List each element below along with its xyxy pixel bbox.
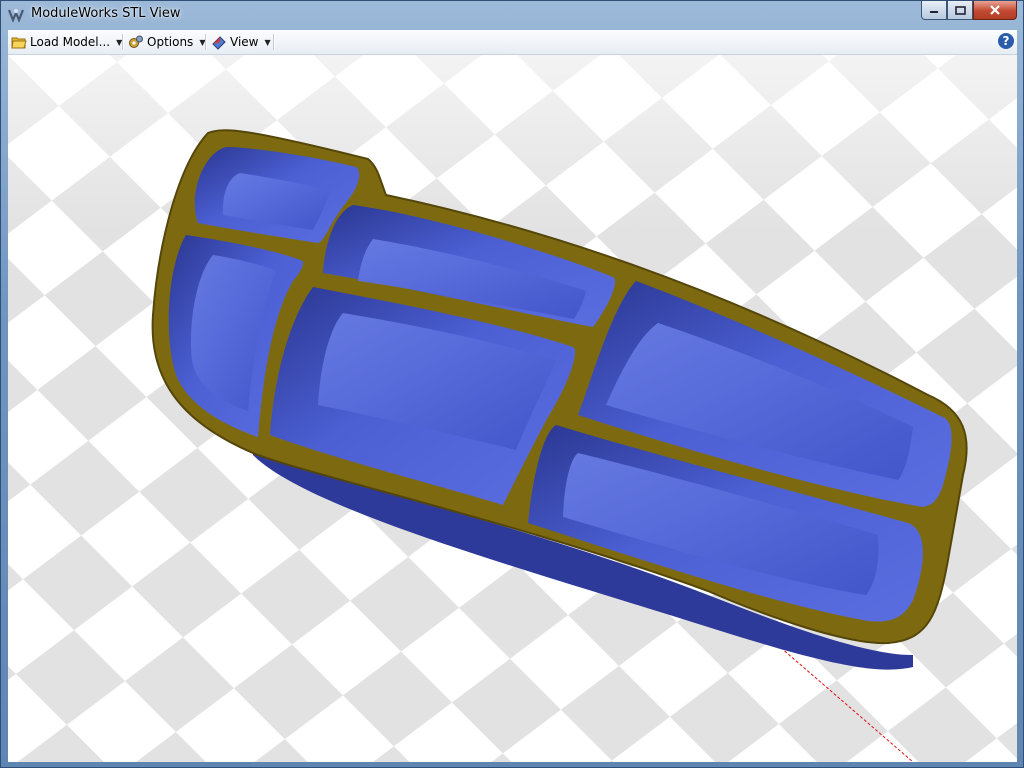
view-button[interactable]: View ▼	[211, 32, 271, 52]
load-model-button[interactable]: Load Model... ▼	[11, 32, 122, 52]
app-window: ModuleWorks STL View Load Model... ▼ Opt…	[0, 0, 1024, 768]
window-title: ModuleWorks STL View	[31, 6, 181, 21]
scene-canvas	[8, 55, 1017, 762]
minimize-icon	[930, 11, 938, 13]
toolbar-separator	[205, 34, 207, 50]
maximize-button[interactable]	[947, 1, 973, 20]
chevron-down-icon: ▼	[264, 37, 271, 47]
options-button[interactable]: Options ▼	[128, 32, 205, 52]
load-model-label: Load Model...	[30, 35, 111, 49]
close-icon	[990, 5, 1000, 15]
toolbar-separator	[273, 34, 275, 50]
close-button[interactable]	[973, 1, 1017, 20]
folder-open-icon	[11, 37, 27, 49]
camera-view-icon	[212, 36, 226, 50]
toolbar-separator	[122, 34, 124, 50]
view-label: View	[230, 35, 259, 49]
title-bar[interactable]: ModuleWorks STL View	[1, 1, 1023, 29]
3d-viewport[interactable]	[8, 55, 1017, 762]
help-button[interactable]: ?	[998, 33, 1014, 49]
maximize-icon	[954, 5, 966, 15]
toolbar: Load Model... ▼ Options ▼ View ▼ ?	[8, 30, 1017, 55]
minimize-button[interactable]	[921, 1, 947, 20]
gears-icon	[129, 35, 143, 48]
options-label: Options	[147, 35, 194, 49]
app-icon	[7, 9, 25, 23]
caption-buttons	[921, 1, 1017, 21]
